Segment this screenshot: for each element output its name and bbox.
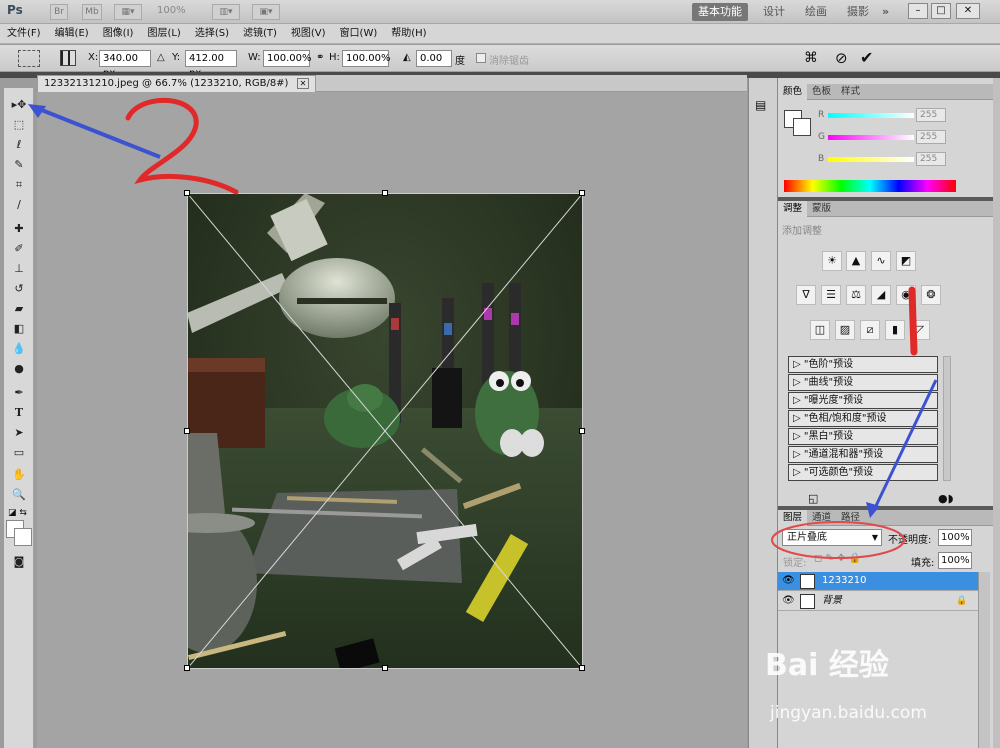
baidu-watermark-url: jingyan.baidu.com [770,703,927,723]
red-number-2 [125,97,239,195]
red-circle-blend-mode [771,521,905,559]
blue-arrow-1 [33,105,161,159]
blue-arrow-2 [872,379,938,511]
red-number-1 [908,286,918,356]
annotation-overlay [28,97,938,559]
baidu-watermark: Bai 经验 [765,648,889,683]
